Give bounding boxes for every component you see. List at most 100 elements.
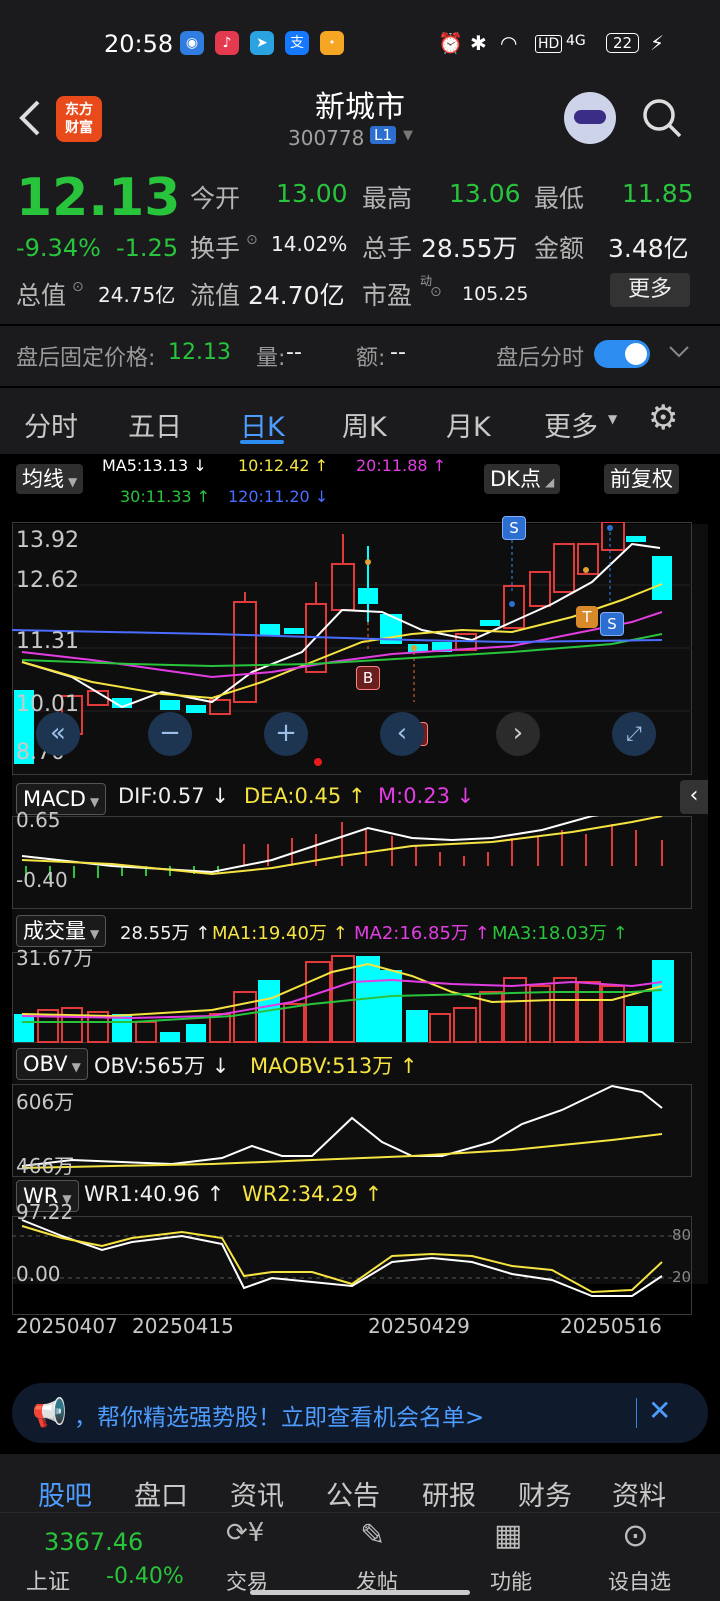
wifi-icon: ◠	[500, 31, 518, 55]
candle	[160, 700, 180, 710]
scroll-left-fast-icon[interactable]: «	[36, 712, 80, 756]
ma30-value: 30:11.33 ↑	[120, 487, 211, 506]
info-icon[interactable]: ⊙	[430, 284, 442, 300]
turnover-value: 14.02%	[271, 232, 348, 256]
mktcap-value: 24.75亿	[98, 283, 176, 307]
obv-y-tick: 466万	[16, 1154, 75, 1178]
scroll-left-icon[interactable]: ‹	[380, 712, 424, 756]
open-label: 今开	[190, 184, 241, 213]
ma120-value: 120:11.20 ↓	[228, 487, 329, 506]
zoom-out-icon[interactable]: −	[148, 712, 192, 756]
post-edit-icon[interactable]: ✎	[360, 1518, 385, 1553]
sell-marker[interactable]: S	[502, 516, 526, 540]
info-icon[interactable]: ⊙	[246, 232, 258, 248]
after-amt-value: --	[390, 340, 406, 365]
nav-function[interactable]: 功能	[490, 1566, 532, 1596]
tab-daily-k[interactable]: 日K	[240, 405, 285, 444]
wr-chart	[12, 1216, 692, 1315]
gear-icon[interactable]: ⚙	[648, 398, 678, 438]
tab-timeshare[interactable]: 分时	[24, 405, 78, 444]
t-marker[interactable]: T	[576, 606, 598, 628]
hd-icon: HD	[535, 35, 563, 53]
stock-code: 300778	[288, 126, 365, 150]
index-name[interactable]: 上证	[26, 1564, 70, 1596]
search-icon[interactable]	[640, 96, 684, 140]
info-icon[interactable]: ⊙	[72, 279, 84, 295]
tab-five-day[interactable]: 五日	[128, 405, 182, 444]
sell-marker[interactable]: S	[600, 612, 624, 636]
trade-icon[interactable]: ⟳¥	[226, 1518, 264, 1548]
index-change[interactable]: -0.40%	[106, 1564, 184, 1589]
date-tick: 20250415	[132, 1314, 234, 1338]
candle	[652, 556, 672, 600]
tab-research[interactable]: 研报	[422, 1474, 476, 1513]
date-tick: 20250407	[16, 1314, 118, 1338]
candle	[480, 620, 500, 626]
more-dots-icon[interactable]: ⊙	[622, 1516, 649, 1554]
tab-announcements[interactable]: 公告	[326, 1474, 380, 1513]
scroll-right-icon[interactable]: ›	[496, 712, 540, 756]
candle	[260, 624, 280, 636]
kline-chart[interactable]	[12, 522, 708, 776]
macd-dif: DIF:0.57 ↓	[118, 784, 229, 808]
volume-chart	[12, 952, 692, 1043]
dk-point-button[interactable]: DK点 ◢	[484, 464, 561, 494]
fullscreen-icon[interactable]: ⤢	[612, 712, 656, 756]
turnover-label: 换手	[190, 234, 241, 263]
volume-ma2: MA2:16.85万 ↑	[354, 923, 490, 944]
y-tick: 11.31	[16, 629, 79, 654]
nav-add-watchlist[interactable]: 设自选	[608, 1566, 671, 1596]
obv-select[interactable]: OBV ▼	[16, 1048, 88, 1080]
level-badge[interactable]: L1	[370, 126, 396, 144]
macd-y-tick: 0.65	[16, 808, 61, 832]
wr-y-tick: 97.22	[16, 1200, 74, 1224]
pe-label: 市盈	[362, 281, 413, 310]
grid-function-icon[interactable]: ▦	[494, 1518, 522, 1553]
volume-ma1: MA1:19.40万 ↑	[212, 923, 348, 944]
banner-divider	[636, 1398, 637, 1428]
tab-weekly-k[interactable]: 周K	[342, 405, 387, 444]
tab-monthly-k[interactable]: 月K	[446, 405, 491, 444]
amount-label: 金额	[534, 234, 585, 263]
active-tab-indicator	[240, 440, 284, 444]
pe-value: 105.25	[462, 283, 529, 305]
ma-select[interactable]: 均线 ▼	[16, 464, 84, 494]
adjust-button[interactable]: 前复权	[604, 464, 679, 494]
banner-text[interactable]: ，帮你精选强势股！立即查看机会名单>	[74, 1398, 484, 1432]
after-qty-value: --	[286, 340, 302, 365]
tab-forum[interactable]: 股吧	[38, 1474, 92, 1513]
close-icon[interactable]: ✕	[648, 1394, 671, 1427]
high-value: 13.06	[449, 179, 521, 208]
home-indicator	[250, 1590, 470, 1595]
tab-profile[interactable]: 资料	[612, 1474, 666, 1513]
status-time: 20:58	[104, 30, 174, 58]
wr1-value: WR1:40.96 ↑	[84, 1182, 225, 1206]
after-hours-toggle[interactable]	[594, 340, 650, 368]
alipay-icon: 支	[285, 31, 309, 55]
obv-y-tick: 606万	[16, 1090, 75, 1114]
index-value[interactable]: 3367.46	[44, 1528, 143, 1556]
zoom-in-icon[interactable]: +	[264, 712, 308, 756]
robot-assistant-icon[interactable]	[564, 92, 616, 144]
tab-finance[interactable]: 财务	[518, 1474, 572, 1513]
buy-marker[interactable]: B	[356, 666, 380, 690]
amount-value: 3.48亿	[608, 234, 689, 263]
wr-right-tick: 20	[672, 1268, 692, 1286]
volume-value: 28.55万 ↑	[120, 923, 211, 944]
volume-ma3: MA3:18.03万 ↑	[492, 923, 628, 944]
high-label: 最高	[362, 184, 413, 213]
tab-more[interactable]: 更多	[544, 405, 598, 444]
tab-news[interactable]: 资讯	[230, 1474, 284, 1513]
signal-icon: 4G	[566, 33, 586, 49]
tab-orderbook[interactable]: 盘口	[134, 1474, 188, 1513]
more-button[interactable]: 更多	[610, 273, 690, 307]
code-dropdown-icon[interactable]: ▼	[403, 128, 413, 143]
bluetooth-icon: ✱	[470, 31, 487, 55]
more-tabs-caret-icon[interactable]: ▼	[608, 412, 617, 426]
open-value: 13.00	[276, 179, 348, 208]
chevron-down-icon[interactable]	[668, 344, 690, 360]
collapse-panel-icon[interactable]: ‹	[680, 780, 708, 814]
candle	[186, 705, 206, 713]
browser-icon: ◉	[180, 31, 204, 55]
low-value: 11.85	[622, 179, 694, 208]
